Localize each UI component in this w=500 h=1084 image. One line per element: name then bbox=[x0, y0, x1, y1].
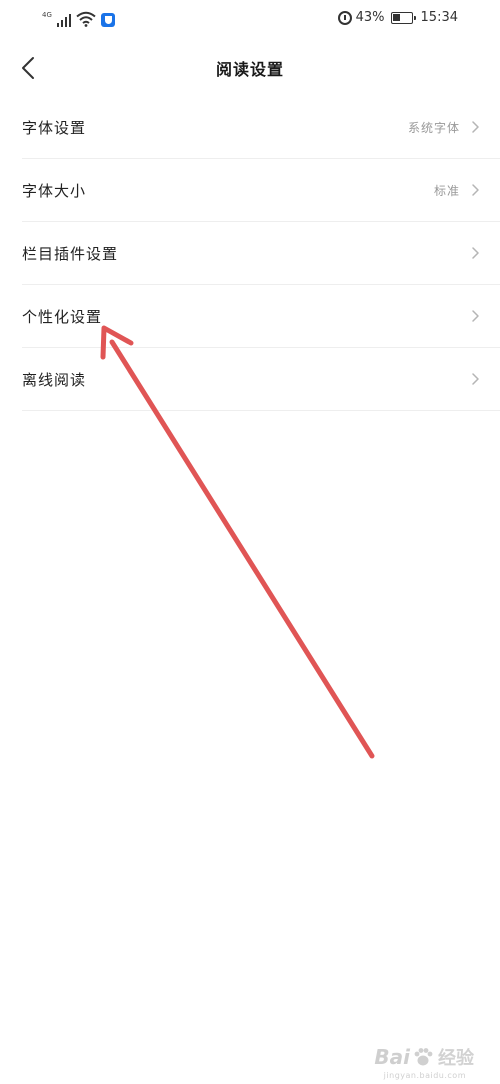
header: 阅读设置 bbox=[0, 38, 500, 98]
setting-right: 系统字体 bbox=[408, 96, 480, 158]
setting-right bbox=[470, 222, 480, 284]
setting-right bbox=[470, 348, 480, 410]
chevron-right-icon bbox=[472, 184, 479, 196]
setting-right bbox=[470, 285, 480, 347]
setting-value: 系统字体 bbox=[407, 120, 460, 135]
setting-row-font[interactable]: 字体设置 系统字体 bbox=[22, 96, 500, 159]
watermark-brand: Bai bbox=[374, 1045, 410, 1069]
setting-row-font-size[interactable]: 字体大小 标准 bbox=[22, 159, 500, 222]
paw-icon bbox=[414, 1048, 433, 1066]
setting-row-offline-reading[interactable]: 离线阅读 bbox=[22, 348, 500, 411]
chevron-right-icon bbox=[472, 121, 479, 133]
signal-icon bbox=[56, 13, 72, 27]
page-title: 阅读设置 bbox=[215, 60, 284, 79]
security-app-icon bbox=[101, 13, 116, 27]
status-bar-left: 4G bbox=[42, 11, 116, 27]
watermark-logo: Bai 经验 bbox=[374, 1044, 474, 1070]
battery-percent: 43% bbox=[355, 10, 385, 25]
setting-label: 字体大小 bbox=[22, 181, 87, 200]
watermark-suffix: 经验 bbox=[438, 1048, 474, 1069]
chevron-right-icon bbox=[472, 310, 479, 322]
watermark-url: jingyan.baidu.com bbox=[383, 1071, 466, 1080]
clock: 15:34 bbox=[420, 10, 458, 25]
setting-label: 个性化设置 bbox=[22, 307, 103, 326]
status-bar-right: 43% 15:34 bbox=[337, 10, 458, 25]
setting-row-column-plugins[interactable]: 栏目插件设置 bbox=[22, 222, 500, 285]
chevron-right-icon bbox=[472, 247, 479, 259]
setting-label: 栏目插件设置 bbox=[22, 244, 119, 263]
setting-right: 标准 bbox=[434, 159, 480, 221]
setting-row-personalization[interactable]: 个性化设置 bbox=[22, 285, 500, 348]
network-type: 4G bbox=[42, 11, 52, 19]
battery-icon bbox=[390, 11, 416, 24]
setting-label: 字体设置 bbox=[22, 118, 87, 137]
chevron-right-icon bbox=[472, 373, 479, 385]
status-bar: 4G 43% 15:34 bbox=[0, 0, 500, 38]
setting-label: 离线阅读 bbox=[22, 370, 87, 389]
battery-fill bbox=[393, 14, 400, 21]
setting-value: 标准 bbox=[433, 183, 460, 198]
alarm-icon bbox=[337, 10, 352, 25]
settings-list: 字体设置 系统字体 字体大小 标准 栏目插件设置 个性化设置 离线阅读 bbox=[0, 96, 500, 411]
wifi-icon bbox=[76, 11, 97, 27]
